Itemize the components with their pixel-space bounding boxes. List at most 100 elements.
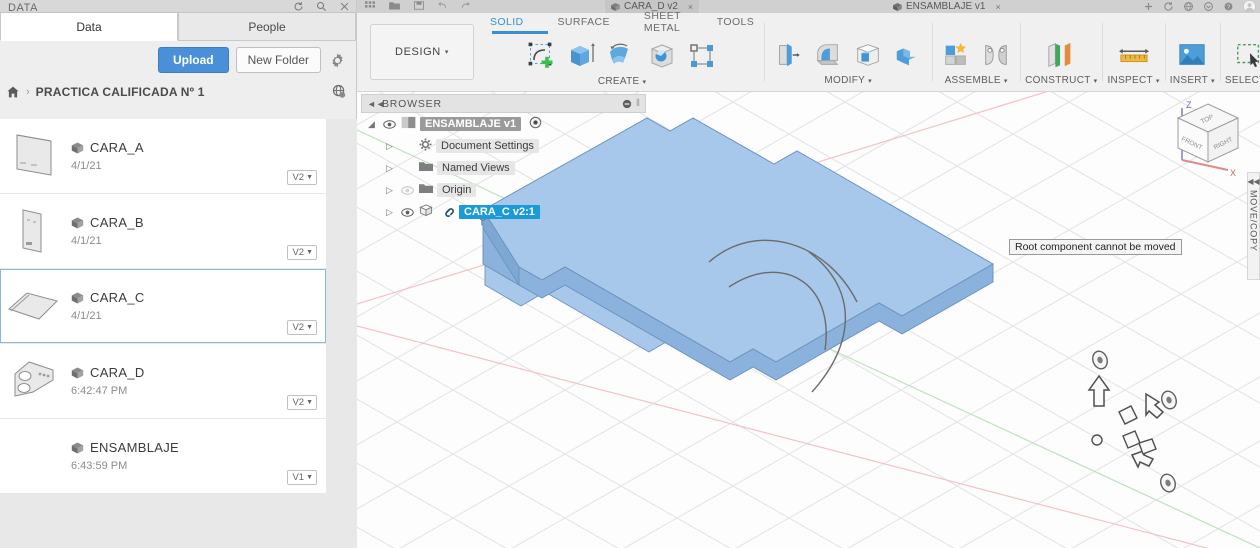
create-sketch-icon[interactable] (523, 36, 561, 76)
tree-node-cara-c-v2-1[interactable]: ▷ CARA_C v2:1 (361, 201, 646, 223)
avatar-icon[interactable] (1243, 0, 1256, 13)
sweep-icon[interactable] (643, 36, 681, 76)
3d-viewport[interactable]: ◄◄ BROWSER ‖ ◢ ENSAMBLAJE v1 ▷ Document Set… (357, 92, 1260, 548)
ribbon-group-inspect-label[interactable]: INSPECT ▾ (1107, 75, 1159, 86)
offset-plane-icon[interactable] (1038, 35, 1084, 75)
file-row-cara_d[interactable]: CARA_D 6:42:47 PM V2 ▼ (0, 344, 326, 418)
tab-solid[interactable]: SOLID (484, 16, 530, 28)
file-list[interactable]: CARA_A 4/1/21 V2 ▼ CARA_B 4/1/21 V2 ▼ CARA_C 4/1/… (0, 119, 357, 548)
eye-icon[interactable] (382, 119, 397, 130)
tab-people[interactable]: People (178, 13, 356, 41)
gear-icon (419, 138, 432, 154)
breadcrumb-separator: › (26, 85, 30, 98)
grip-icon[interactable]: ‖ (636, 98, 640, 109)
tree-node-document-settings[interactable]: ▷ Document Settings (361, 135, 646, 157)
tree-node-named-views[interactable]: ▷ Named Views (361, 157, 646, 179)
target-icon[interactable] (529, 116, 542, 132)
chevron-down-icon: ▼ (306, 474, 313, 481)
version-selector[interactable]: V2 ▼ (287, 395, 317, 410)
link-icon[interactable] (441, 205, 455, 220)
breadcrumb-path[interactable]: PRACTICA CALIFICADA Nº 1 (36, 85, 205, 99)
undo-icon[interactable] (438, 1, 447, 10)
ribbon-group-insert-label[interactable]: INSERT ▾ (1170, 75, 1215, 86)
account-toolbar: ? (1143, 0, 1256, 13)
home-icon[interactable] (6, 85, 20, 99)
collapse-left-icon[interactable]: ◄◄ (367, 99, 385, 109)
ribbon-group-create-label[interactable]: CREATE ▾ (598, 76, 646, 87)
browser-tree[interactable]: ◢ ENSAMBLAJE v1 ▷ Document Settings ▷ Named V… (361, 113, 646, 223)
expand-arrow-icon[interactable]: ▷ (383, 141, 396, 152)
expand-arrow-icon[interactable]: ▷ (383, 185, 396, 196)
help-icon[interactable]: ? (1223, 1, 1234, 12)
view-cube[interactable]: Z X TOP FRONT RIGHT (1164, 94, 1250, 186)
expand-arrow-icon[interactable]: ◢ (365, 119, 378, 130)
redo-icon[interactable] (461, 1, 470, 10)
combine-icon[interactable] (889, 35, 927, 75)
fillet-icon[interactable] (809, 35, 847, 75)
notify-icon[interactable] (1203, 1, 1214, 12)
grid-icon[interactable] (365, 1, 375, 10)
assembly-thumb (3, 424, 63, 488)
ribbon-group-assemble: ASSEMBLE ▾ (932, 13, 1020, 92)
new-component-icon[interactable] (937, 35, 975, 75)
ribbon-group-select-label[interactable]: SELECT ▾ (1225, 75, 1260, 86)
free-move-handle[interactable] (1091, 434, 1103, 446)
tree-node-origin[interactable]: ▷ Origin (361, 179, 646, 201)
close-icon[interactable] (339, 1, 350, 12)
new-folder-button[interactable]: New Folder (235, 47, 321, 73)
ribbon-group-modify-label[interactable]: MODIFY ▾ (824, 75, 872, 86)
file-name-label: CARA_C (90, 290, 145, 305)
history-icon[interactable] (1163, 1, 1174, 12)
move-copy-panel-tab[interactable]: ◀◀ MOVE/COPY (1247, 172, 1260, 280)
folder-icon[interactable] (389, 1, 400, 10)
globe-icon[interactable] (332, 84, 347, 99)
pattern-icon[interactable] (683, 36, 721, 76)
expand-arrow-icon[interactable]: ▷ (383, 207, 396, 218)
select-window-icon[interactable] (1227, 35, 1260, 75)
version-selector[interactable]: V2 ▼ (287, 320, 317, 335)
tree-node-ensamblaje-v1[interactable]: ◢ ENSAMBLAJE v1 (361, 113, 646, 135)
measure-icon[interactable] (1112, 35, 1156, 75)
file-row-ensamblaje[interactable]: ENSAMBLAJE 6:43:59 PM V1 ▼ (0, 419, 326, 493)
document-tab-cara-d-close[interactable]: × (688, 2, 693, 12)
tab-tools[interactable]: TOOLS (711, 16, 760, 28)
tab-surface[interactable]: SURFACE (552, 16, 616, 28)
expand-arrow-icon[interactable]: ▷ (383, 163, 396, 174)
file-row-cara_a[interactable]: CARA_A 4/1/21 V2 ▼ (0, 119, 326, 193)
tab-data[interactable]: Data (0, 13, 178, 41)
browser-panel: ◄◄ BROWSER ‖ ◢ ENSAMBLAJE v1 ▷ Document Set… (361, 94, 646, 223)
chevron-down-icon: ▾ (1155, 77, 1160, 85)
shell-icon[interactable] (849, 35, 887, 75)
chevron-down-icon: ▾ (1003, 77, 1008, 85)
revolve-icon[interactable] (603, 36, 641, 76)
refresh-icon[interactable] (293, 1, 304, 12)
gear-icon[interactable] (328, 51, 346, 69)
search-icon[interactable] (316, 1, 327, 12)
save-icon[interactable] (414, 1, 424, 10)
workspace-switcher-design[interactable]: DESIGN ▾ (370, 24, 474, 80)
joint-icon[interactable] (977, 35, 1015, 75)
tree-node-label: ENSAMBLAJE v1 (420, 117, 522, 131)
folder-icon (419, 183, 433, 197)
insert-image-icon[interactable] (1170, 35, 1214, 75)
document-tab-ensamblaje[interactable]: ENSAMBLAJE v1 × (887, 0, 1007, 13)
version-selector[interactable]: V2 ▼ (287, 170, 317, 185)
file-row-cara_b[interactable]: CARA_B 4/1/21 V2 ▼ (0, 194, 326, 268)
ribbon-group-construct-label[interactable]: CONSTRUCT ▾ (1025, 75, 1097, 86)
minus-circle-icon[interactable] (622, 99, 632, 109)
folder-icon (419, 161, 433, 175)
eye-icon[interactable] (400, 207, 415, 218)
document-tab-ensamblaje-close[interactable]: × (995, 2, 1000, 12)
ribbon-group-assemble-label[interactable]: ASSEMBLE ▾ (945, 75, 1008, 86)
version-selector[interactable]: V2 ▼ (287, 245, 317, 260)
plus-icon[interactable] (1143, 1, 1154, 12)
globe-icon[interactable] (1183, 1, 1194, 12)
expand-arrows-icon[interactable]: ◀◀ (1247, 177, 1259, 186)
ribbon-groups: SOLID SURFACE SHEET METAL TOOLS CREATE ▾… (474, 10, 1260, 92)
extrude-icon[interactable] (563, 36, 601, 76)
eye-off-icon[interactable] (400, 185, 415, 196)
version-selector[interactable]: V1 ▼ (287, 470, 317, 485)
upload-button[interactable]: Upload (157, 47, 229, 73)
press-pull-icon[interactable] (769, 35, 807, 75)
file-row-cara_c[interactable]: CARA_C 4/1/21 V2 ▼ (0, 269, 326, 343)
